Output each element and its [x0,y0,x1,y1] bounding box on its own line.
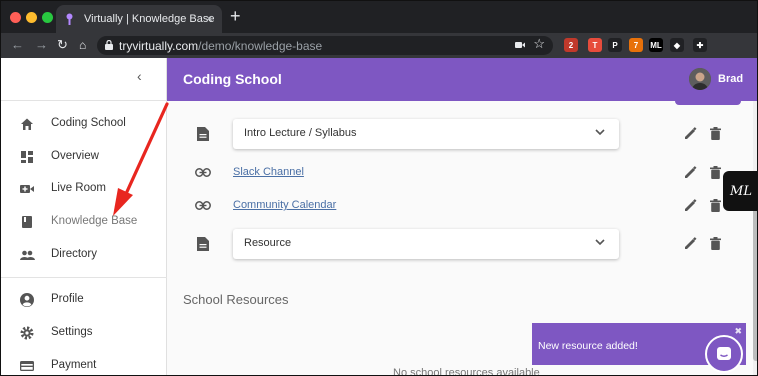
window-close-button[interactable] [10,12,21,23]
lock-icon [105,40,113,50]
ext-layers-icon[interactable]: ◆ [670,38,684,52]
ml-extension-badge[interactable]: ML [723,171,757,211]
reload-button[interactable]: ↻ [57,37,68,53]
tab-title: Virtually | Knowledge Base [84,13,215,25]
people-icon [20,250,35,260]
camera-icon[interactable] [515,41,525,49]
ext-badge-7-icon[interactable]: 7 [629,38,643,52]
resource-row: Slack Channel [167,158,757,188]
sidebar-item-label: Profile [51,293,84,305]
sidebar-item-profile[interactable]: Profile [1,287,167,313]
tab-close-icon[interactable]: × [205,11,213,26]
gear-icon [20,326,34,340]
video-add-icon [20,185,34,193]
window-maximize-button[interactable] [42,12,53,23]
browser-toolbar: ← → ↻ ⌂ tryvirtually.com/demo/knowledge-… [1,33,757,85]
app-header: Coding School Brad [167,58,757,101]
screenshot-frame: Virtually | Knowledge Base × + ← → ↻ ⌂ t… [0,0,758,376]
url-host: tryvirtually.com [119,38,199,53]
sidebar-item-payment[interactable]: Payment [1,353,167,375]
address-bar[interactable]: tryvirtually.com/demo/knowledge-base ☆ [97,36,553,55]
sidebar-item-knowledge-base[interactable]: Knowledge Base [1,209,167,235]
edit-icon[interactable] [684,237,697,250]
link-icon [195,168,211,177]
resource-dropdown-label: Intro Lecture / Syllabus [244,127,357,139]
book-icon [22,216,32,228]
forward-button[interactable]: → [35,37,48,53]
ext-puzzle-icon[interactable]: ✚ [693,38,707,52]
sidebar-item-label: Overview [51,150,99,162]
user-avatar[interactable] [689,68,711,90]
browser-tabbar: Virtually | Knowledge Base × + [1,1,757,33]
back-button[interactable]: ← [11,37,24,53]
sidebar-item-label: Payment [51,359,97,371]
resource-row: Intro Lecture / Syllabus [167,119,757,149]
empty-state-text: No school resources available [393,367,540,376]
sidebar-item-label: Settings [51,326,93,338]
chat-icon [717,347,731,360]
sidebar-item-label: Live Room [51,182,106,194]
user-name[interactable]: Brad [718,73,743,85]
resource-row: Community Calendar [167,191,757,221]
resource-dropdown-label: Resource [244,237,292,249]
credit-card-icon [20,361,34,371]
edit-icon[interactable] [684,199,697,212]
sidebar-item-live-room[interactable]: Live Room [1,176,167,202]
resource-row: Resource [167,229,757,259]
toast-message: New resource added! [538,340,638,352]
home-icon [21,118,33,130]
sidebar-item-label: Directory [51,248,98,260]
sidebar-divider [1,277,167,278]
ext-red-t-icon[interactable]: T [588,38,602,52]
resource-dropdown[interactable]: Intro Lecture / Syllabus [233,119,619,149]
user-photo-icon [689,68,711,90]
page-title: Coding School [183,71,282,87]
url-path: /demo/knowledge-base [198,38,323,53]
chat-launcher-button[interactable] [705,335,743,373]
delete-icon[interactable] [710,199,721,212]
toast-close-icon[interactable]: ✖ [734,326,742,337]
community-calendar-link[interactable]: Community Calendar [233,199,336,211]
delete-icon[interactable] [710,127,721,140]
chevron-down-icon [595,239,605,246]
page-scrollbar[interactable] [753,101,757,375]
account-circle-icon [20,293,34,307]
link-icon [195,201,211,210]
window-minimize-button[interactable] [26,12,37,23]
home-button[interactable]: ⌂ [79,37,86,53]
document-icon [197,127,209,141]
sidebar-item-settings[interactable]: Settings [1,320,167,346]
sidebar: ‹ Coding School Overview Live Room Knowl… [1,58,167,375]
sidebar-item-label: Coding School [51,117,126,129]
sidebar-item-coding-school[interactable]: Coding School [1,111,167,137]
browser-tab-active[interactable]: Virtually | Knowledge Base × [56,5,222,33]
edit-icon[interactable] [684,166,697,179]
sidebar-divider [1,100,167,101]
new-tab-button[interactable]: + [230,7,241,25]
document-icon [197,237,209,251]
virtually-favicon-icon [66,13,73,25]
delete-icon[interactable] [710,237,721,250]
bookmark-star-icon[interactable]: ☆ [533,36,545,52]
ext-badge-2-icon[interactable]: 2 [564,38,578,52]
add-resource-button[interactable] [675,101,741,105]
delete-icon[interactable] [710,166,721,179]
dashboard-icon [21,151,33,163]
chevron-down-icon [595,129,605,136]
sidebar-item-directory[interactable]: Directory [1,242,167,268]
sidebar-item-overview[interactable]: Overview [1,144,167,170]
collapse-sidebar-icon[interactable]: ‹ [137,68,142,84]
section-title: School Resources [183,292,289,307]
edit-icon[interactable] [684,127,697,140]
resource-dropdown[interactable]: Resource [233,229,619,259]
ext-ml-icon[interactable]: ML [649,38,663,52]
slack-channel-link[interactable]: Slack Channel [233,166,304,178]
ext-p-icon[interactable]: P [608,38,622,52]
sidebar-item-label: Knowledge Base [51,215,138,227]
